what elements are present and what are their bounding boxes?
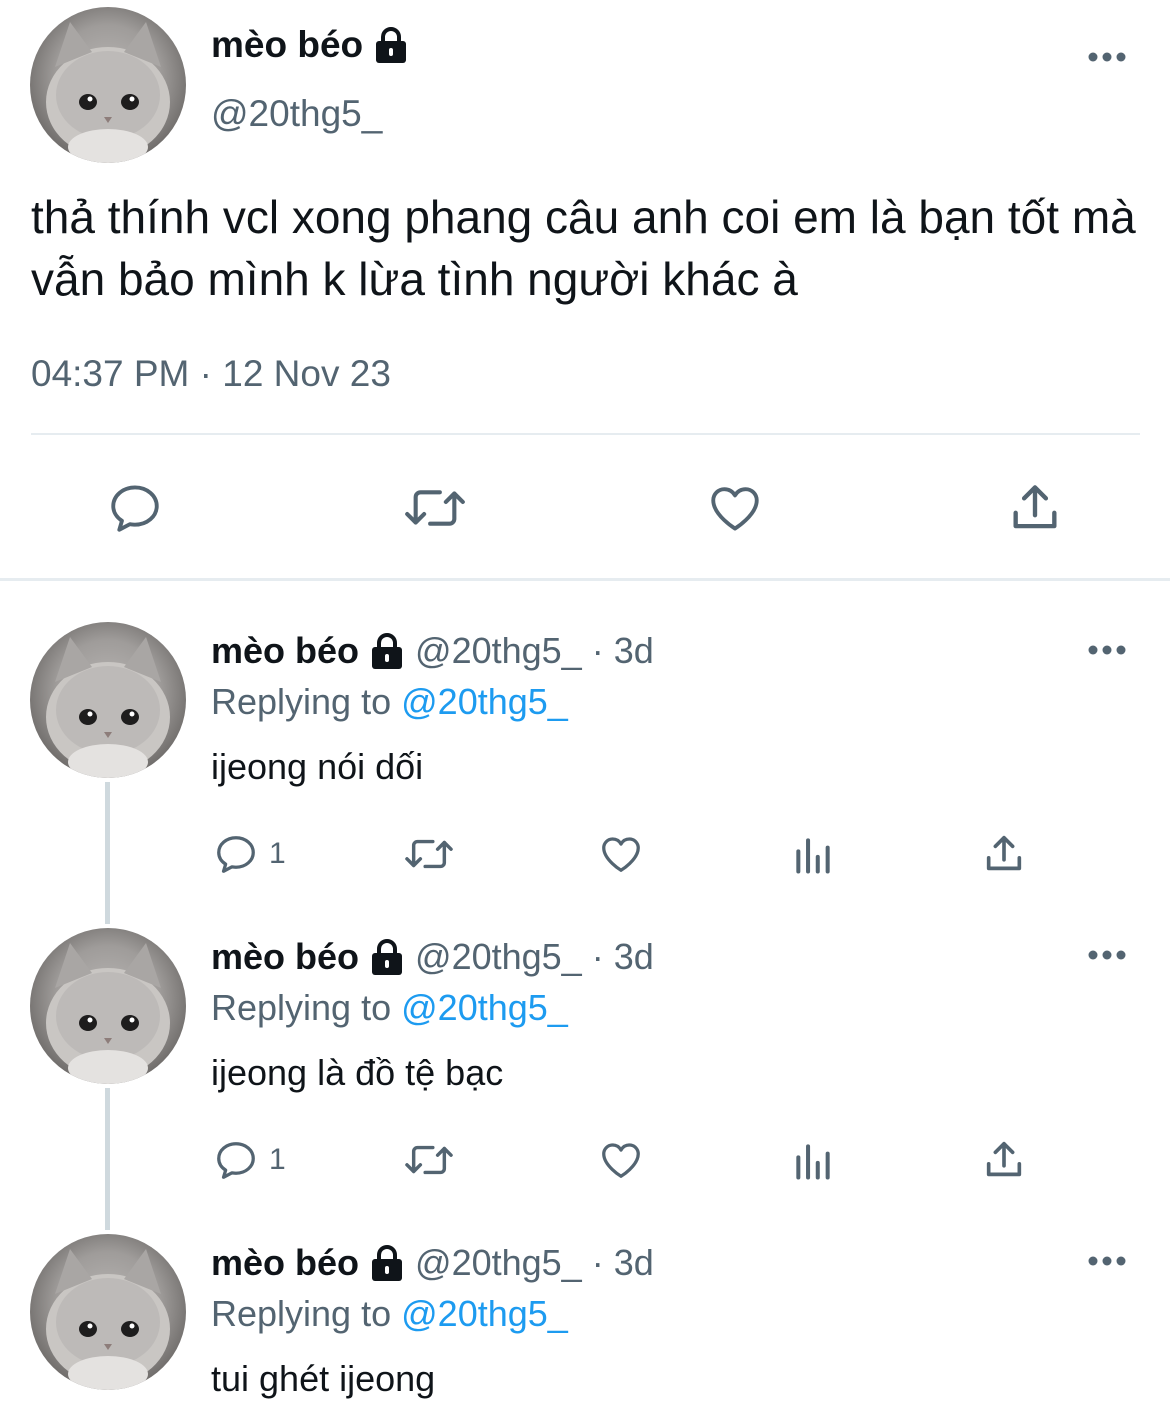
reply-icon	[217, 836, 255, 873]
reply-button[interactable]	[105, 478, 165, 538]
thread-line	[105, 782, 110, 924]
avatar[interactable]	[30, 7, 186, 163]
share-button[interactable]	[1005, 478, 1065, 538]
lock-icon	[372, 939, 403, 975]
avatar[interactable]	[30, 1234, 186, 1390]
reply-icon	[217, 1142, 255, 1179]
reply-count: 1	[269, 837, 286, 870]
reply-text: ijeong nói dối	[211, 746, 424, 787]
share-button[interactable]	[980, 830, 1028, 878]
handle-and-time[interactable]: @20thg5_ · 3d	[415, 936, 654, 978]
reply-button[interactable]: 1	[213, 830, 286, 878]
reply-header: mèo béo @20thg5_ · 3d	[211, 630, 654, 672]
display-name[interactable]: mèo béo	[211, 1242, 359, 1284]
replying-to: Replying to @20thg5_	[211, 1293, 568, 1335]
tweet-text: thả thính vcl xong phang câu anh coi em …	[31, 191, 1136, 305]
thread-line	[105, 1088, 110, 1230]
replying-to: Replying to @20thg5_	[211, 987, 568, 1029]
mention-link[interactable]: @20thg5_	[401, 987, 568, 1028]
lock-icon	[372, 1245, 403, 1281]
analytics-icon	[796, 1144, 830, 1180]
avatar[interactable]	[30, 622, 186, 778]
handle-and-time[interactable]: @20thg5_ · 3d	[415, 630, 654, 672]
handle-and-time[interactable]: @20thg5_ · 3d	[415, 1242, 654, 1284]
timestamp[interactable]: 04:37 PM · 12 Nov 23	[31, 353, 391, 395]
cat-avatar-image	[46, 637, 170, 778]
like-button[interactable]	[596, 830, 646, 878]
like-icon	[602, 837, 640, 872]
display-name[interactable]: mèo béo	[211, 24, 411, 66]
retweet-icon	[405, 490, 465, 526]
analytics-icon	[796, 838, 830, 874]
more-options-icon[interactable]	[1087, 51, 1127, 63]
replying-to: Replying to @20thg5_	[211, 681, 568, 723]
lock-icon	[372, 633, 403, 669]
like-button[interactable]	[705, 478, 765, 538]
replying-to-label: Replying to	[211, 681, 392, 722]
retweet-button[interactable]	[400, 1136, 458, 1184]
analytics-button[interactable]	[790, 832, 836, 878]
section-divider	[0, 578, 1170, 581]
cat-avatar-image	[46, 943, 170, 1084]
retweet-button[interactable]	[400, 830, 458, 878]
divider	[31, 433, 1140, 435]
reply-text: ijeong là đồ tệ bạc	[211, 1052, 504, 1093]
reply-header: mèo béo @20thg5_ · 3d	[211, 1242, 654, 1284]
retweet-icon	[405, 1145, 453, 1175]
share-icon	[986, 1141, 1022, 1177]
share-icon	[1013, 485, 1057, 529]
share-icon	[986, 835, 1022, 871]
reply-button[interactable]: 1	[213, 1136, 286, 1184]
display-name[interactable]: mèo béo	[211, 936, 359, 978]
reply-header: mèo béo @20thg5_ · 3d	[211, 936, 654, 978]
handle[interactable]: @20thg5_	[211, 93, 382, 135]
reply-icon	[111, 485, 159, 532]
reply-text: tui ghét ijeong	[211, 1358, 436, 1399]
avatar[interactable]	[30, 928, 186, 1084]
retweet-icon	[405, 839, 453, 869]
display-name[interactable]: mèo béo	[211, 630, 359, 672]
display-name-text[interactable]: mèo béo	[211, 24, 363, 66]
like-icon	[602, 1143, 640, 1178]
analytics-button[interactable]	[790, 1138, 836, 1184]
replying-to-label: Replying to	[211, 987, 392, 1028]
cat-avatar-image	[46, 1249, 170, 1390]
like-icon	[711, 487, 759, 531]
more-options-icon[interactable]	[1087, 949, 1127, 961]
cat-avatar-image	[46, 22, 170, 163]
replying-to-label: Replying to	[211, 1293, 392, 1334]
more-options-icon[interactable]	[1087, 644, 1127, 656]
mention-link[interactable]: @20thg5_	[401, 1293, 568, 1334]
share-button[interactable]	[980, 1136, 1028, 1184]
like-button[interactable]	[596, 1136, 646, 1184]
mention-link[interactable]: @20thg5_	[401, 681, 568, 722]
retweet-button[interactable]	[400, 478, 470, 538]
lock-icon	[376, 27, 407, 63]
reply-count: 1	[269, 1143, 286, 1176]
more-options-icon[interactable]	[1087, 1255, 1127, 1267]
